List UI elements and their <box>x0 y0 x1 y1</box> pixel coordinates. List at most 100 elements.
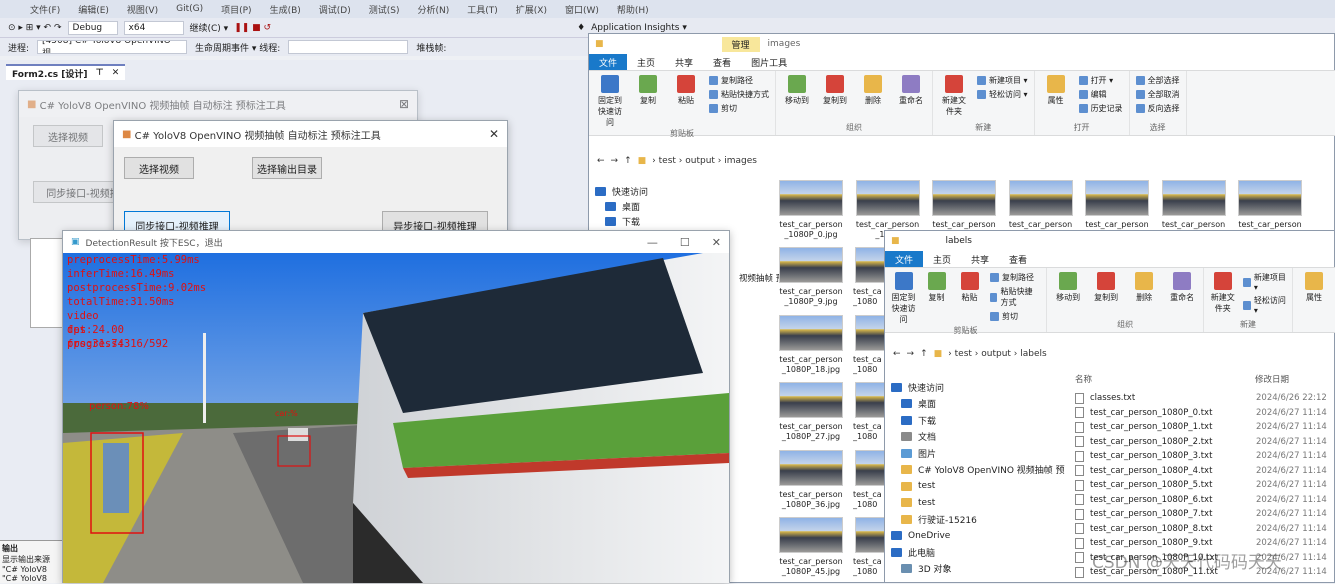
breadcrumb-item[interactable]: output <box>981 349 1011 359</box>
menu-item[interactable]: 文件(F) <box>30 3 60 16</box>
thumbnail[interactable] <box>1161 180 1226 216</box>
breadcrumb[interactable]: › test › output › labels <box>948 349 1047 359</box>
pin-icon[interactable]: ⊤ <box>96 68 104 78</box>
doc-tab-form2[interactable]: Form2.cs [设计] ⊤ ✕ <box>6 64 126 80</box>
ribbon-small-button[interactable]: 粘贴快捷方式 <box>709 89 769 100</box>
nav-item[interactable]: OneDrive <box>885 528 1065 545</box>
breadcrumb-item[interactable]: output <box>685 156 715 166</box>
breadcrumb[interactable]: › test › output › images <box>652 156 757 166</box>
menu-item[interactable]: 调试(D) <box>319 3 351 16</box>
ribbon-button[interactable]: 粘贴 <box>957 272 982 303</box>
nav-item[interactable]: test <box>885 478 1065 495</box>
pause-stop-icons[interactable]: ❚❚ ■ ↺ <box>234 23 271 33</box>
file-row[interactable]: test_car_person_1080P_1.txt 2024/6/27 11:… <box>1075 420 1335 435</box>
breadcrumb-item[interactable]: test <box>955 349 972 359</box>
file-row[interactable]: test_car_person_1080P_2.txt 2024/6/27 11:… <box>1075 435 1335 450</box>
ribbon-button[interactable]: 复制 <box>924 272 949 303</box>
thumbnail[interactable] <box>855 449 885 486</box>
ribbon-small-button[interactable]: 轻松访问 ▾ <box>977 89 1028 100</box>
select-video-button[interactable]: 选择视频 <box>124 157 194 179</box>
nav-item[interactable]: test <box>885 495 1065 512</box>
app-insights-button[interactable]: Application Insights ▾ <box>591 23 687 33</box>
thread-dropdown[interactable] <box>288 40 409 54</box>
nav-item[interactable]: C# YoloV8 OpenVINO 视频抽帧 预 <box>885 462 1065 479</box>
nav-item[interactable]: 快速访问 <box>589 184 764 199</box>
ribbon-tab[interactable]: 查看 <box>999 253 1037 266</box>
ribbon-small-button[interactable]: 打开 ▾ <box>1078 75 1123 86</box>
ribbon-button[interactable]: 固定到快速访问 <box>595 75 625 128</box>
file-row[interactable]: classes.txt 2024/6/26 22:12 <box>1075 391 1335 406</box>
address-bar[interactable]: ← → ↑ ■ › test › output › labels <box>885 343 1335 365</box>
ribbon-small-button[interactable]: 历史记录 <box>1078 103 1123 114</box>
thumbnail[interactable] <box>932 180 996 216</box>
maximize-icon[interactable]: ☐ <box>680 236 690 249</box>
ribbon-tab[interactable]: 主页 <box>923 253 961 266</box>
menu-item[interactable]: 视图(V) <box>127 3 158 16</box>
thumbnail[interactable] <box>855 247 885 283</box>
ribbon-small-button[interactable]: 剪切 <box>990 311 1040 322</box>
ribbon-button[interactable]: 删除 <box>1129 272 1159 303</box>
menu-item[interactable]: 项目(P) <box>221 3 251 16</box>
thumbnail[interactable] <box>855 382 885 418</box>
nav-item[interactable]: 快速访问 <box>885 379 1065 396</box>
up-icon[interactable]: ↑ <box>624 156 632 166</box>
menu-item[interactable]: 分析(N) <box>417 3 449 16</box>
ribbon-tab[interactable]: 共享 <box>961 253 999 266</box>
forward-icon[interactable]: → <box>907 349 915 359</box>
ribbon-button[interactable]: 新建文件夹 <box>939 75 969 117</box>
select-output-button[interactable]: 选择输出目录 <box>252 157 322 179</box>
thumbnail[interactable] <box>1238 180 1302 216</box>
ribbon-button[interactable]: 复制 <box>633 75 663 106</box>
toolbar-icons[interactable]: ⊙ ▸ ⊞ ▾ ↶ ↷ <box>8 23 62 33</box>
menu-item[interactable]: 测试(S) <box>369 3 400 16</box>
ribbon-small-button[interactable]: 剪切 <box>709 103 769 114</box>
ribbon-button[interactable]: 删除 <box>858 75 888 106</box>
menu-item[interactable]: 帮助(H) <box>617 3 649 16</box>
nav-item[interactable]: 行驶证-15216 <box>885 511 1065 528</box>
title-manage-tab[interactable]: 管理 <box>721 36 760 52</box>
ribbon-tab[interactable]: 主页 <box>627 56 665 69</box>
close-icon[interactable]: ✕ <box>712 236 721 249</box>
ribbon-small-button[interactable]: 编辑 <box>1078 89 1123 100</box>
nav-item[interactable]: 文档 <box>885 429 1065 446</box>
nav-item[interactable]: 桌面 <box>885 396 1065 413</box>
select-video-button[interactable]: 选择视频 <box>33 125 103 147</box>
ribbon-small-button[interactable]: 新建项目 ▾ <box>977 75 1028 86</box>
ribbon-button[interactable]: 重命名 <box>1167 272 1197 303</box>
nav-item[interactable]: 下载 <box>589 214 764 229</box>
menu-item[interactable]: 窗口(W) <box>565 3 599 16</box>
address-bar[interactable]: ← → ↑ ■ › test › output › images <box>589 150 1335 172</box>
ribbon-button[interactable]: 复制到 <box>820 75 850 106</box>
ribbon-small-button[interactable]: 全部取消 <box>1135 89 1180 100</box>
close-icon[interactable]: ⊠ <box>399 97 409 111</box>
ribbon-tab[interactable]: 图片工具 <box>741 56 797 69</box>
menu-item[interactable]: 工具(T) <box>467 3 498 16</box>
breadcrumb-item[interactable]: labels <box>1020 349 1046 359</box>
ribbon-button[interactable]: 固定到快速访问 <box>891 272 916 325</box>
process-dropdown[interactable]: [4508] C# YoloV8 OpenVINO 视 <box>37 40 188 54</box>
thumbnail[interactable] <box>1008 180 1073 216</box>
ribbon-small-button[interactable]: 复制路径 <box>709 75 769 86</box>
nav-item[interactable]: 下载 <box>885 412 1065 429</box>
back-icon[interactable]: ← <box>893 349 901 359</box>
column-header-name[interactable]: 名称 <box>1075 373 1092 385</box>
nav-item[interactable]: 此电脑 <box>885 544 1065 561</box>
menu-item[interactable]: 生成(B) <box>270 3 301 16</box>
nav-item[interactable]: 图片 <box>885 445 1065 462</box>
file-row[interactable]: test_car_person_1080P_5.txt 2024/6/27 11:… <box>1075 478 1335 493</box>
thumbnail[interactable] <box>779 180 843 216</box>
platform-dropdown[interactable]: x64 <box>123 20 184 35</box>
output-source[interactable]: 显示输出来源 <box>2 554 60 565</box>
close-icon[interactable]: ✕ <box>489 127 499 141</box>
forward-icon[interactable]: → <box>611 156 619 166</box>
minimize-icon[interactable]: — <box>647 236 658 249</box>
ribbon-small-button[interactable]: 反向选择 <box>1135 103 1180 114</box>
config-dropdown[interactable]: Debug <box>67 20 118 35</box>
ribbon-tab[interactable]: 共享 <box>665 56 703 69</box>
file-row[interactable]: test_car_person_1080P_4.txt 2024/6/27 11:… <box>1075 464 1335 479</box>
ribbon-button[interactable]: 移动到 <box>782 75 812 106</box>
thumbnail[interactable] <box>1085 180 1149 216</box>
nav-item[interactable]: 3D 对象 <box>885 561 1065 578</box>
column-header-date[interactable]: 修改日期 <box>1255 373 1289 385</box>
ribbon-button[interactable]: 属性 <box>1299 272 1329 303</box>
